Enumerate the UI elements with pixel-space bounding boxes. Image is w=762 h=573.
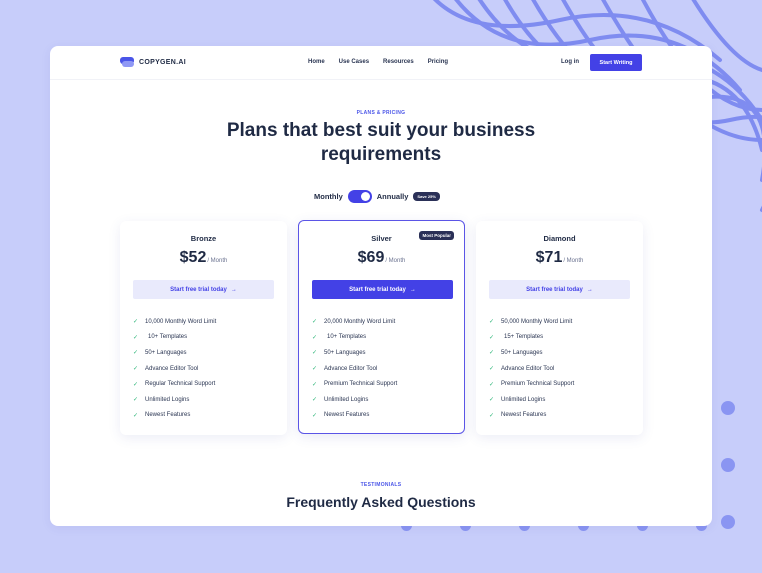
arrow-right-icon: →	[409, 286, 416, 293]
plan-name: Bronze	[190, 234, 217, 243]
feature-item: ✓ 10,000 Monthly Word Limit	[133, 318, 217, 326]
brand-name: COPYGEN.AI	[139, 58, 186, 66]
feature-item: ✓ Advance Editor Tool	[312, 365, 378, 373]
arrow-right-icon: →	[586, 286, 593, 293]
feature-item: ✓ 10+ Templates	[133, 334, 188, 341]
start-trial-button[interactable]: Start free trial today →	[133, 280, 274, 299]
check-icon: ✓	[312, 366, 318, 373]
nav-link-use-cases[interactable]: Use Cases	[339, 59, 369, 65]
check-icon: ✓	[489, 350, 495, 357]
start-trial-button[interactable]: Start free trial today →	[312, 280, 453, 299]
feature-item: ✓ Unlimited Logins	[133, 396, 190, 404]
feature-item: ✓ Regular Technical Support	[133, 381, 216, 388]
billing-toggle-row: Monthly Annually Save 25%	[314, 190, 440, 203]
feature-item: ✓ Premium Technical Support	[489, 381, 575, 388]
login-link[interactable]: Log in	[561, 59, 579, 65]
price-amount: $52	[179, 249, 207, 266]
check-icon: ✓	[133, 350, 139, 357]
plans-eyebrow: PLANS & PRICING	[356, 110, 406, 116]
decor-dot	[721, 515, 735, 529]
plan-name: Diamond	[543, 234, 576, 243]
nav-link-resources[interactable]: Resources	[383, 59, 414, 65]
check-icon: ✓	[133, 334, 139, 341]
check-icon: ✓	[489, 334, 495, 341]
plan-price: $69 / Month	[299, 249, 464, 267]
check-icon: ✓	[312, 334, 318, 341]
feature-item: ✓ Newest Features	[133, 412, 191, 419]
feature-item: ✓ 20,000 Monthly Word Limit	[312, 318, 396, 326]
feature-item: ✓ Newest Features	[312, 412, 370, 419]
feature-item: ✓ Advance Editor Tool	[133, 365, 199, 373]
start-trial-label: Start free trial today	[349, 286, 406, 293]
logo-icon	[120, 57, 134, 67]
billing-toggle[interactable]	[347, 190, 372, 203]
nav-link-pricing[interactable]: Pricing	[428, 59, 448, 65]
decor-dot	[721, 458, 735, 472]
price-period: / Month	[385, 258, 406, 264]
start-trial-label: Start free trial today	[170, 286, 227, 293]
price-period: / Month	[207, 258, 228, 264]
brand-logo[interactable]: COPYGEN.AI	[120, 57, 186, 67]
feature-item: ✓ Advance Editor Tool	[489, 365, 555, 373]
plan-price: $71 / Month	[476, 249, 643, 267]
decor-dot	[721, 401, 735, 415]
plan-card-diamond: Diamond $71 / Month Start free trial tod…	[476, 221, 643, 435]
check-icon: ✓	[312, 319, 318, 326]
feature-item: ✓ 50+ Languages	[133, 349, 187, 357]
feature-item: ✓ Unlimited Logins	[312, 396, 369, 404]
check-icon: ✓	[312, 381, 318, 388]
price-period: / Month	[563, 258, 584, 264]
check-icon: ✓	[489, 366, 495, 373]
page-title-line-2: requirements	[320, 144, 442, 165]
monthly-label[interactable]: Monthly	[314, 192, 343, 201]
feature-item: ✓ 50+ Languages	[312, 349, 366, 357]
arrow-right-icon: →	[230, 286, 237, 293]
feature-item: ✓ Unlimited Logins	[489, 396, 546, 404]
feature-item: ✓ 15+ Templates	[489, 334, 544, 341]
faq-title: Frequently Asked Questions	[286, 494, 476, 510]
testimonials-eyebrow: TESTIMONIALS	[360, 482, 402, 488]
start-trial-label: Start free trial today	[526, 286, 583, 293]
price-amount: $71	[535, 249, 563, 266]
feature-list: ✓ 50,000 Monthly Word Limit ✓ 15+ Template…	[489, 314, 574, 423]
check-icon: ✓	[133, 366, 139, 373]
annually-label[interactable]: Annually	[377, 192, 409, 201]
plan-card-bronze: Bronze $52 / Month Start free trial toda…	[120, 221, 287, 435]
check-icon: ✓	[133, 412, 139, 419]
check-icon: ✓	[133, 381, 139, 388]
check-icon: ✓	[312, 412, 318, 419]
feature-item: ✓ 50+ Languages	[489, 349, 543, 357]
nav-link-home[interactable]: Home	[308, 59, 325, 65]
plan-card-silver: Most Popular Silver $69 / Month Start fr…	[298, 220, 465, 434]
price-amount: $69	[357, 249, 385, 266]
top-navbar: COPYGEN.AI Home Use Cases Resources Pric…	[50, 46, 712, 80]
check-icon: ✓	[489, 319, 495, 326]
plan-price: $52 / Month	[120, 249, 287, 267]
check-icon: ✓	[489, 412, 495, 419]
check-icon: ✓	[133, 397, 139, 404]
page-title: Plans that best suit your business requi…	[181, 119, 581, 167]
check-icon: ✓	[312, 397, 318, 404]
page-title-line-1: Plans that best suit your business	[226, 120, 536, 141]
page-card: COPYGEN.AI Home Use Cases Resources Pric…	[50, 46, 712, 526]
check-icon: ✓	[312, 350, 318, 357]
check-icon: ✓	[489, 397, 495, 404]
start-trial-button[interactable]: Start free trial today →	[489, 280, 630, 299]
save-badge: Save 25%	[413, 192, 440, 201]
check-icon: ✓	[133, 319, 139, 326]
feature-item: ✓ Newest Features	[489, 412, 547, 419]
feature-item: ✓ 50,000 Monthly Word Limit	[489, 318, 573, 326]
feature-item: ✓ Premium Technical Support	[312, 381, 398, 388]
plan-name: Silver	[371, 234, 392, 243]
nav-menu: Home Use Cases Resources Pricing	[308, 59, 448, 65]
feature-list: ✓ 20,000 Monthly Word Limit ✓ 10+ Template…	[312, 314, 397, 423]
start-writing-button[interactable]: Start Writing	[590, 54, 642, 71]
feature-item: ✓ 10+ Templates	[312, 334, 367, 341]
check-icon: ✓	[489, 381, 495, 388]
feature-list: ✓ 10,000 Monthly Word Limit ✓ 10+ Template…	[133, 314, 216, 423]
